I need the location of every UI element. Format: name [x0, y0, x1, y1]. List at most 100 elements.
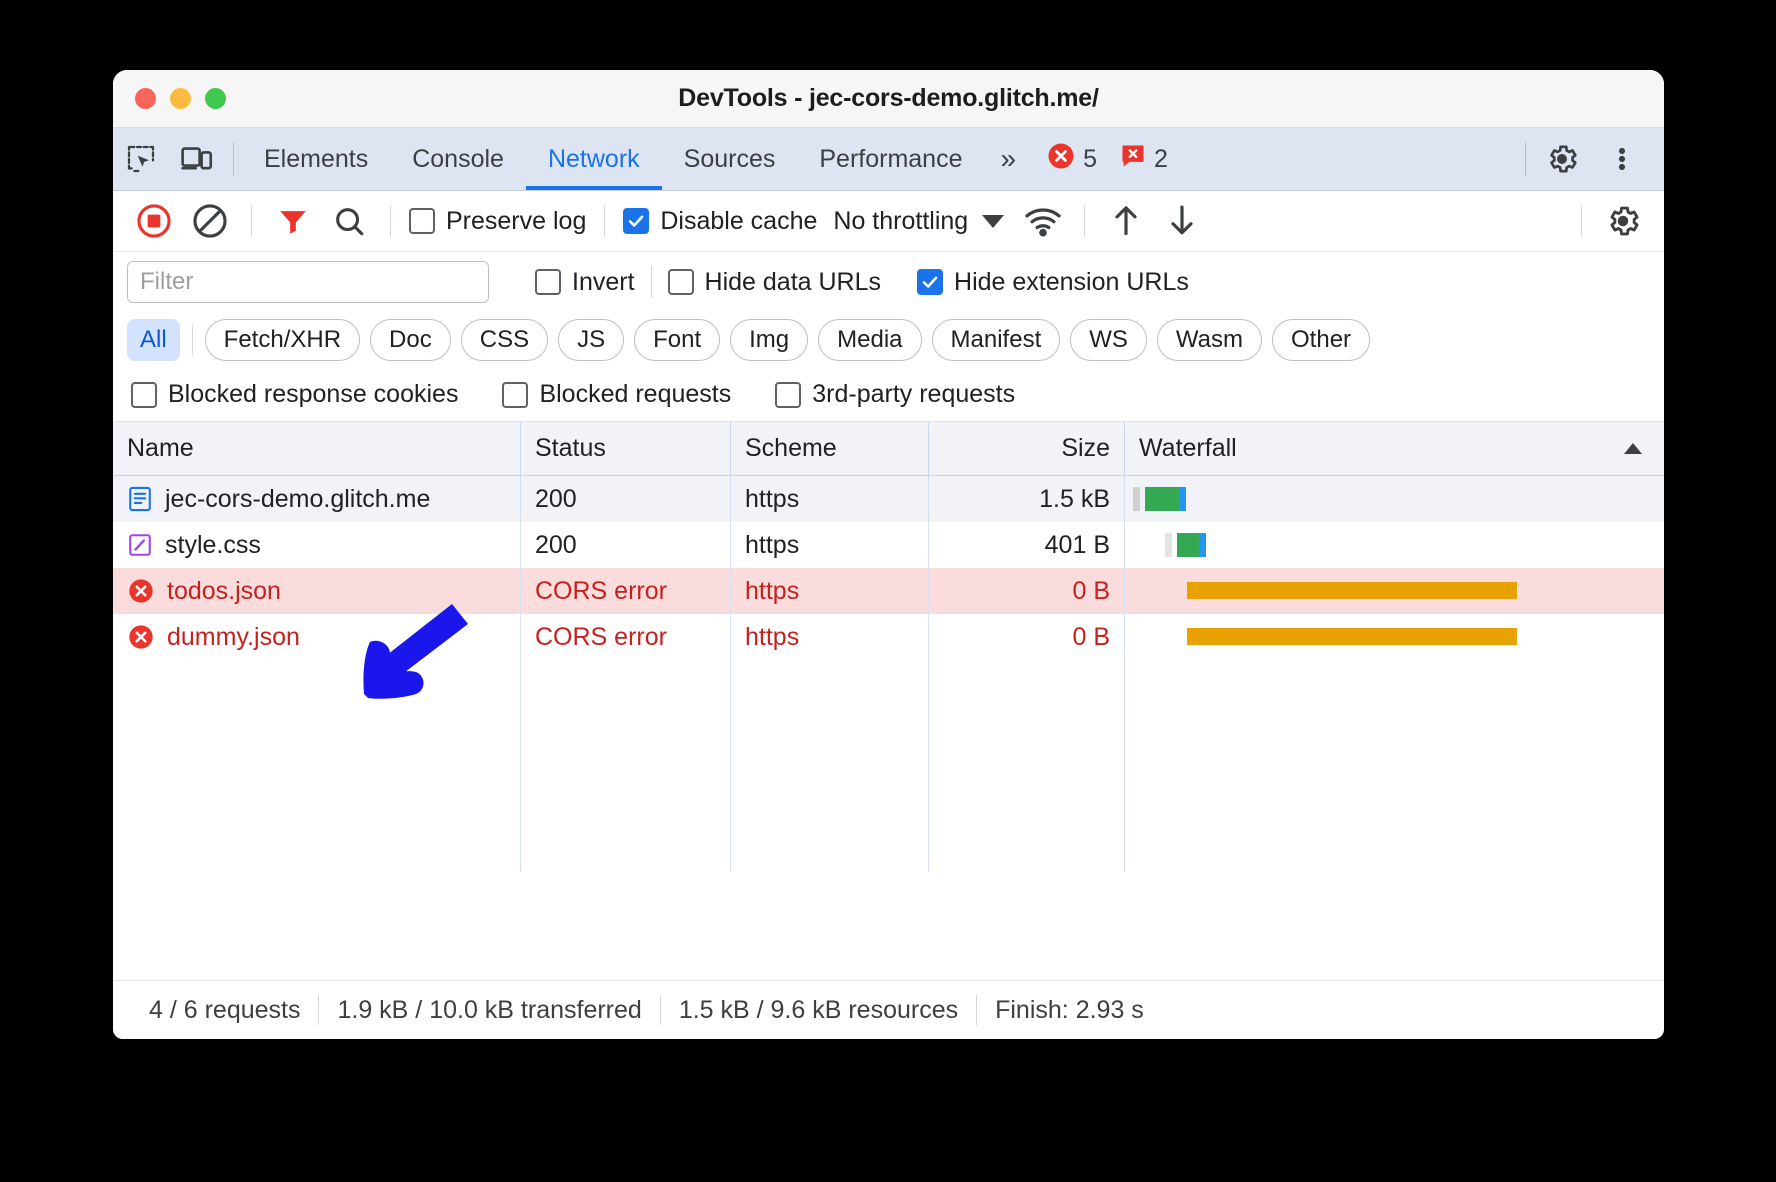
waterfall-pending-segment	[1187, 628, 1517, 645]
empty-col-status	[521, 660, 731, 872]
download-har-icon[interactable]	[1155, 197, 1209, 245]
waterfall-download-segment	[1145, 487, 1179, 511]
tab-label: Elements	[264, 144, 369, 173]
waterfall-pending-segment	[1187, 582, 1517, 599]
tab-label: Console	[412, 144, 504, 173]
inspect-element-icon[interactable]	[113, 128, 169, 190]
type-chip-manifest[interactable]: Manifest	[931, 319, 1061, 361]
column-header-status[interactable]: Status	[521, 422, 731, 475]
hide-data-urls-checkbox[interactable]: Hide data URLs	[664, 268, 885, 297]
third-party-requests-checkbox[interactable]: 3rd-party requests	[771, 380, 1019, 409]
cell-scheme: https	[731, 522, 929, 568]
cell-name: style.css	[113, 522, 521, 568]
table-row[interactable]: style.css 200 https 401 B	[113, 522, 1664, 568]
transferred-size: 1.9 kB / 10.0 kB transferred	[337, 995, 642, 1024]
preserve-log-label: Preserve log	[446, 206, 587, 235]
checkbox-box	[131, 381, 157, 408]
table-row[interactable]: dummy.json CORS error https 0 B	[113, 614, 1664, 660]
type-chip-wasm[interactable]: Wasm	[1156, 319, 1263, 361]
clear-network-log-icon[interactable]	[183, 197, 237, 245]
wifi-settings-icon[interactable]	[1016, 197, 1070, 245]
type-chip-font[interactable]: Font	[634, 319, 721, 361]
filter-funnel-icon[interactable]	[266, 197, 320, 245]
upload-har-icon[interactable]	[1099, 197, 1153, 245]
device-toolbar-icon[interactable]	[169, 128, 225, 190]
gear-icon[interactable]	[1596, 197, 1650, 245]
tab-elements[interactable]: Elements	[242, 128, 390, 190]
checkbox-box	[535, 269, 561, 295]
blocked-requests-label: Blocked requests	[539, 380, 732, 408]
column-header-waterfall[interactable]: Waterfall	[1125, 422, 1664, 475]
record-stop-icon[interactable]	[127, 197, 181, 245]
filter-input[interactable]	[127, 261, 489, 303]
type-chip-css[interactable]: CSS	[460, 319, 549, 361]
type-chip-media[interactable]: Media	[818, 319, 922, 361]
type-chip-js[interactable]: JS	[558, 319, 625, 361]
invert-checkbox[interactable]: Invert	[531, 268, 639, 297]
column-header-size[interactable]: Size	[929, 422, 1125, 475]
column-header-name[interactable]: Name	[113, 422, 521, 475]
column-label: Waterfall	[1139, 434, 1237, 462]
cell-name: jec-cors-demo.glitch.me	[113, 476, 521, 522]
cell-scheme: https	[731, 614, 929, 660]
toolbar-divider-5	[1581, 205, 1582, 237]
error-count-badge[interactable]: 5	[1046, 141, 1097, 178]
disable-cache-checkbox[interactable]: Disable cache	[619, 207, 821, 236]
checkbox-box	[502, 381, 529, 408]
type-chip-img[interactable]: Img	[730, 319, 809, 361]
waterfall-queue-segment	[1133, 487, 1140, 511]
type-chip-ws[interactable]: WS	[1070, 319, 1147, 361]
chip-label: Media	[837, 326, 903, 353]
scheme-value: https	[745, 622, 800, 651]
hide-extension-urls-checkbox[interactable]: Hide extension URLs	[913, 268, 1193, 297]
tabbar-spacer	[1168, 128, 1517, 190]
table-row[interactable]: todos.json CORS error https 0 B	[113, 568, 1664, 614]
cell-size: 1.5 kB	[929, 476, 1125, 522]
blocked-requests-checkbox[interactable]: Blocked requests	[498, 380, 735, 409]
tab-sources[interactable]: Sources	[662, 128, 798, 190]
cell-name: todos.json	[113, 568, 521, 614]
type-chip-other[interactable]: Other	[1272, 319, 1371, 361]
sort-ascending-icon	[1624, 443, 1642, 454]
column-header-scheme[interactable]: Scheme	[731, 422, 929, 475]
type-chip-doc[interactable]: Doc	[370, 319, 451, 361]
error-circle-icon	[1046, 141, 1076, 178]
chip-label: Manifest	[950, 326, 1042, 353]
cell-waterfall	[1125, 568, 1664, 614]
cell-size: 0 B	[929, 568, 1125, 614]
table-header-row: Name Status Scheme Size Waterfall	[113, 422, 1664, 476]
tab-console[interactable]: Console	[390, 128, 526, 190]
resource-type-filters: All Fetch/XHR Doc CSS JS Font Img Media …	[113, 312, 1664, 368]
tabbar-right-controls	[1534, 128, 1664, 190]
chip-label: All	[140, 326, 167, 353]
more-tabs-chevron-icon[interactable]: »	[984, 128, 1032, 190]
toolbar-divider-1	[251, 205, 252, 237]
preserve-log-checkbox[interactable]: Preserve log	[405, 207, 590, 236]
kebab-menu-icon[interactable]	[1594, 143, 1650, 175]
filter-divider-1	[650, 266, 652, 298]
document-file-icon	[127, 486, 153, 512]
waterfall-queue-segment	[1165, 533, 1172, 557]
gear-icon[interactable]	[1534, 142, 1590, 176]
type-chip-fetch-xhr[interactable]: Fetch/XHR	[204, 319, 361, 361]
waterfall-download-segment	[1177, 533, 1199, 557]
size-value: 401 B	[1044, 530, 1110, 559]
search-icon[interactable]	[322, 197, 376, 245]
more-tabs-label: »	[1000, 143, 1017, 174]
tab-performance[interactable]: Performance	[797, 128, 984, 190]
tab-label: Performance	[819, 144, 963, 173]
resources-size: 1.5 kB / 9.6 kB resources	[678, 995, 959, 1024]
table-row[interactable]: jec-cors-demo.glitch.me 200 https 1.5 kB	[113, 476, 1664, 522]
tab-network[interactable]: Network	[525, 128, 662, 190]
finish-time: Finish: 2.93 s	[995, 995, 1144, 1024]
throttling-dropdown[interactable]: No throttling	[823, 207, 1014, 236]
chip-divider	[191, 325, 193, 355]
cell-status: 200	[521, 476, 731, 522]
tab-label: Sources	[683, 144, 776, 173]
column-label: Size	[1061, 434, 1110, 462]
disable-cache-label: Disable cache	[660, 206, 818, 235]
type-chip-all[interactable]: All	[127, 319, 180, 361]
blocked-response-cookies-checkbox[interactable]: Blocked response cookies	[127, 380, 462, 409]
scheme-value: https	[745, 484, 800, 513]
console-warning-badge[interactable]: 2	[1119, 142, 1168, 177]
